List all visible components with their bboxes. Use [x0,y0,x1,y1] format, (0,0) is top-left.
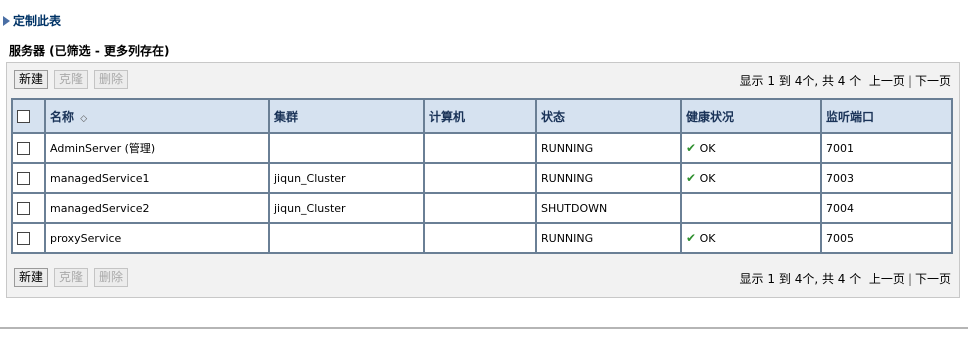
pager-to: 到 [778,272,791,286]
cluster-cell: jiqun_Cluster [268,192,425,224]
table-row: managedService2 jiqun_Cluster SHUTDOWN 7… [11,192,953,224]
table-row: proxyService RUNNING ✔ OK 7005 [11,222,953,254]
cluster-cell: jiqun_Cluster [268,162,425,194]
pager-display: 显示 [739,272,764,286]
machine-cell [423,132,537,164]
section-title: 服务器 (已筛选 - 更多列存在) [9,44,170,58]
pager-total: 4 [837,271,846,286]
row-select-cell [11,162,46,194]
column-header-name[interactable]: 名称 ◇ [44,98,270,134]
cluster-cell [268,132,425,164]
row-checkbox[interactable] [17,171,30,185]
delete-button[interactable]: 删除 [94,70,129,89]
customize-table-link[interactable]: 定制此表 [3,12,61,29]
pager-unit-comma: 个, 共 [802,74,834,88]
new-button[interactable]: 新建 [14,70,49,89]
customize-table-label: 定制此表 [13,14,62,28]
health-cell: ✔ OK [680,132,822,164]
state-cell: RUNNING [535,162,682,194]
pager-to: 到 [778,74,791,88]
select-all-checkbox[interactable] [17,110,30,123]
column-header-cluster[interactable]: 集群 [268,98,425,134]
clone-button[interactable]: 克隆 [54,70,89,89]
column-header-state[interactable]: 状态 [535,98,682,134]
state-cell: SHUTDOWN [535,192,682,224]
machine-cell [423,222,537,254]
checkmark-icon: ✔ [686,231,697,245]
row-checkbox[interactable] [17,201,30,215]
cluster-cell [268,222,425,254]
column-header-name-label: 名称 [50,109,75,124]
health-label: OK [699,142,716,155]
servers-panel: 新建 克隆 删除 显示 1 到 4 个, 共 4 个 上一页 | 下一页 名称 … [6,62,960,298]
table-header-row: 名称 ◇ 集群 计算机 状态 健康状况 监听端口 [11,98,953,134]
machine-cell [423,192,537,224]
pager-display: 显示 [739,74,764,88]
server-name-link[interactable]: AdminServer (管理) [44,132,270,164]
checkmark-icon: ✔ [686,171,697,185]
row-select-cell [11,192,46,224]
health-cell: ✔ OK [680,162,822,194]
next-page-link[interactable]: 下一页 [915,72,951,89]
server-name-link[interactable]: proxyService [44,222,270,254]
column-header-listen-port[interactable]: 监听端口 [820,98,953,134]
select-all-header [11,98,46,134]
prev-page-link[interactable]: 上一页 [869,72,905,89]
row-select-cell [11,222,46,254]
health-label: OK [699,172,716,185]
table-row: managedService1 jiqun_Cluster RUNNING ✔ … [11,162,953,194]
health-label: OK [699,232,716,245]
pager-start: 1 [767,271,776,286]
machine-cell [423,162,537,194]
table-row: AdminServer (管理) RUNNING ✔ OK 7001 [11,132,953,164]
servers-table: 名称 ◇ 集群 计算机 状态 健康状况 监听端口 AdminServer (管理… [11,98,953,254]
clone-button[interactable]: 克隆 [54,268,89,287]
top-button-bar: 新建 克隆 删除 [14,70,129,91]
new-button[interactable]: 新建 [14,268,49,287]
row-checkbox[interactable] [17,231,30,245]
pager-start: 1 [767,73,776,88]
pager-total: 4 [837,73,846,88]
bottom-button-bar: 新建 克隆 删除 [14,268,129,289]
sort-ascending-icon[interactable]: ◇ [80,114,87,124]
pager-unit: 个 [849,272,862,286]
pager-separator: | [907,271,912,286]
bottom-pager: 显示 1 到 4 个, 共 4 个 上一页 | 下一页 [740,270,951,287]
checkmark-icon: ✔ [686,141,697,155]
prev-page-link[interactable]: 上一页 [869,270,905,287]
state-cell: RUNNING [535,222,682,254]
server-name-link[interactable]: managedService1 [44,162,270,194]
pager-end: 4 [794,271,803,286]
pager-separator: | [907,73,912,88]
next-page-link[interactable]: 下一页 [915,270,951,287]
delete-button[interactable]: 删除 [94,268,129,287]
pager-unit: 个 [849,74,862,88]
port-cell: 7005 [820,222,953,254]
expand-triangle-icon [3,15,10,26]
row-checkbox[interactable] [17,141,30,155]
port-cell: 7003 [820,162,953,194]
health-cell [680,192,822,224]
health-cell: ✔ OK [680,222,822,254]
port-cell: 7004 [820,192,953,224]
state-cell: RUNNING [535,132,682,164]
server-name-link[interactable]: managedService2 [44,192,270,224]
column-header-health[interactable]: 健康状况 [680,98,822,134]
pager-unit-comma: 个, 共 [802,272,834,286]
top-pager: 显示 1 到 4 个, 共 4 个 上一页 | 下一页 [740,72,951,89]
column-header-machine[interactable]: 计算机 [423,98,537,134]
port-cell: 7001 [820,132,953,164]
footer-divider [0,327,968,329]
row-select-cell [11,132,46,164]
pager-end: 4 [794,73,803,88]
